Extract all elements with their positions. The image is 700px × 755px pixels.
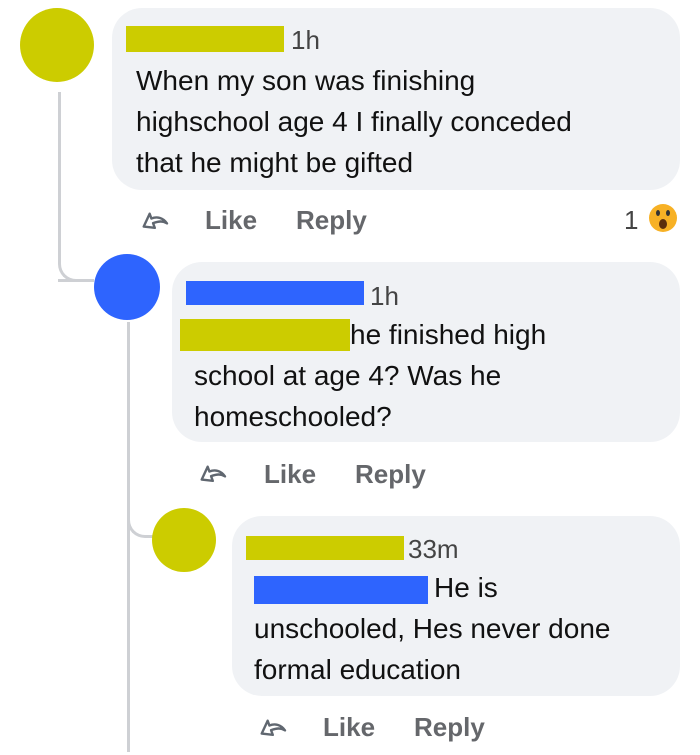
comment-text: When my son was finishing highschool age… <box>136 60 572 183</box>
share-icon[interactable] <box>254 710 288 744</box>
avatar[interactable] <box>94 254 160 320</box>
comment-timestamp: 1h <box>291 25 320 55</box>
like-button[interactable]: Like <box>264 459 316 490</box>
share-icon[interactable] <box>136 203 170 237</box>
reply-button[interactable]: Reply <box>296 205 367 236</box>
comment-text-line: He is <box>434 572 498 603</box>
comment-text-line: school at age 4? Was he <box>194 360 502 391</box>
thread-curve-main-corner <box>58 248 88 282</box>
avatar[interactable] <box>20 8 94 82</box>
thread-line-main <box>58 92 61 264</box>
wow-emoji-icon[interactable] <box>648 203 678 233</box>
comment-text-line: highschool age 4 I finally conceded <box>136 106 572 137</box>
redacted-author-name <box>246 536 404 560</box>
reply-button[interactable]: Reply <box>414 712 485 743</box>
thread-line-reply <box>127 322 130 752</box>
comment-text-line: homeschooled? <box>194 401 392 432</box>
comment-text: he finished high school at age 4? Was he… <box>194 314 546 437</box>
like-button[interactable]: Like <box>205 205 257 236</box>
comment-text-line: When my son was finishing <box>136 65 476 96</box>
comment-timestamp: 1h <box>370 281 399 311</box>
comment-text-line: that he might be gifted <box>136 147 414 178</box>
like-button[interactable]: Like <box>323 712 375 743</box>
comment-text-line: formal education <box>254 654 462 685</box>
comment-text: He is unschooled, Hes never done formal … <box>254 567 610 690</box>
comment-text-line: he finished high <box>350 319 547 350</box>
thread-curve-reply <box>127 510 153 538</box>
reply-button[interactable]: Reply <box>355 459 426 490</box>
comment-text-line: unschooled, Hes never done <box>254 613 611 644</box>
redacted-author-name <box>126 26 284 52</box>
avatar[interactable] <box>152 508 216 572</box>
comment-timestamp: 33m <box>408 534 459 564</box>
share-icon[interactable] <box>194 456 228 490</box>
redacted-author-name <box>186 281 364 305</box>
reaction-count[interactable]: 1 <box>624 205 638 236</box>
